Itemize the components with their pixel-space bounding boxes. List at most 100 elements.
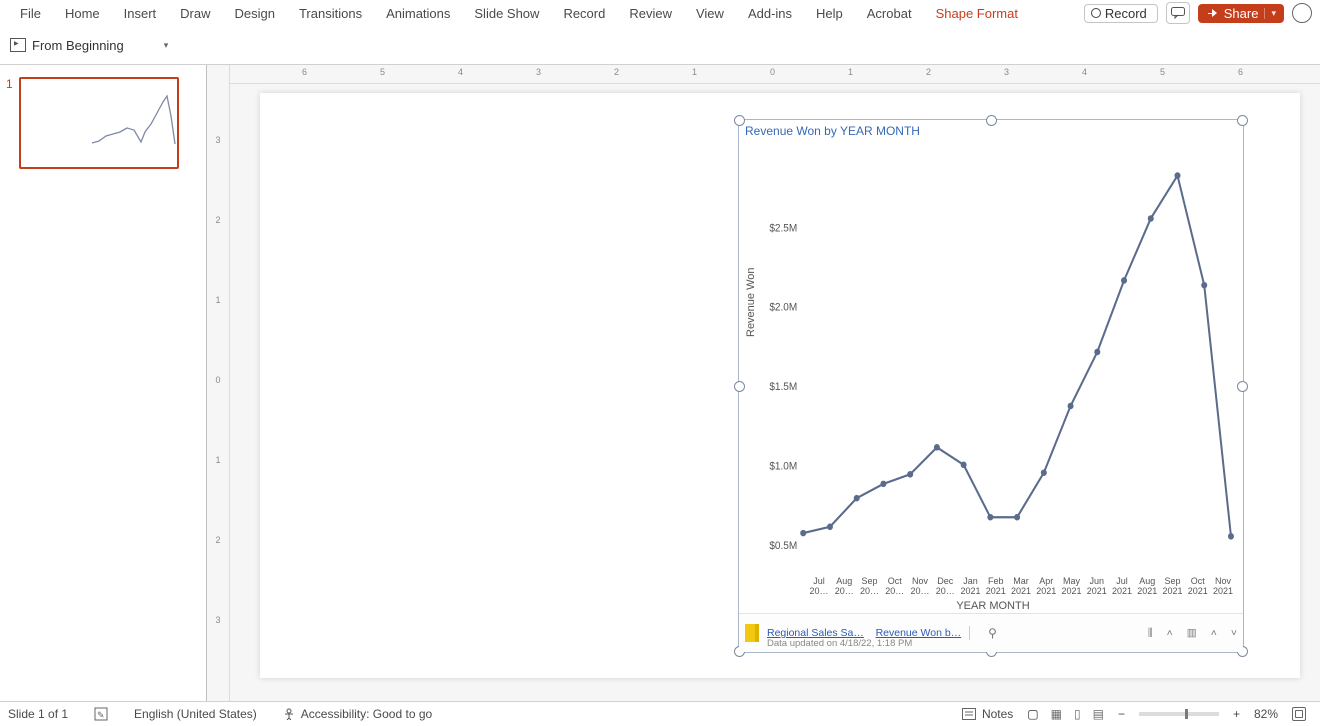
editor-canvas[interactable]: 6 5 4 3 2 1 0 1 2 3 4 5 6 xyxy=(230,65,1320,701)
slide-thumbnail-pane[interactable]: 1 xyxy=(0,65,207,701)
vruler-tick: 2 xyxy=(209,535,227,545)
zoom-percent[interactable]: 82% xyxy=(1254,707,1278,721)
menu-design[interactable]: Design xyxy=(223,4,287,23)
menu-slideshow[interactable]: Slide Show xyxy=(462,4,551,23)
hruler-tick: 1 xyxy=(848,67,853,77)
comments-button[interactable] xyxy=(1166,2,1190,24)
vertical-ruler: 3 2 1 0 1 2 3 xyxy=(207,65,230,701)
menu-shape-format[interactable]: Shape Format xyxy=(924,4,1030,23)
status-bar: Slide 1 of 1 ✎ English (United States) A… xyxy=(0,701,1320,726)
vruler-tick: 1 xyxy=(209,455,227,465)
footer-divider xyxy=(969,626,970,640)
vruler-tick: 2 xyxy=(209,215,227,225)
hruler-tick: 3 xyxy=(1004,67,1009,77)
language-indicator[interactable]: English (United States) xyxy=(134,707,257,721)
spell-check-icon[interactable]: ✎ xyxy=(94,707,108,721)
from-beginning-icon xyxy=(10,38,26,52)
pin-icon[interactable]: ⚲ xyxy=(988,626,997,640)
zoom-slider[interactable] xyxy=(1139,712,1219,716)
powerbi-chart-footer: Regional Sales Sa… Revenue Won b… ⚲ Data… xyxy=(739,613,1243,652)
horizontal-ruler: 6 5 4 3 2 1 0 1 2 3 4 5 6 xyxy=(230,65,1320,84)
menu-draw[interactable]: Draw xyxy=(168,4,222,23)
vruler-tick: 1 xyxy=(209,295,227,305)
menu-insert[interactable]: Insert xyxy=(112,4,169,23)
hruler-tick: 4 xyxy=(1082,67,1087,77)
from-beginning-label: From Beginning xyxy=(32,38,124,53)
menu-file[interactable]: File xyxy=(8,4,53,23)
hruler-tick: 2 xyxy=(926,67,931,77)
selection-handle[interactable] xyxy=(986,115,997,126)
zoom-out-button[interactable]: − xyxy=(1118,707,1125,721)
notes-icon xyxy=(962,708,976,720)
notes-button[interactable]: Notes xyxy=(962,707,1013,721)
hruler-tick: 3 xyxy=(536,67,541,77)
hruler-tick: 5 xyxy=(380,67,385,77)
menu-review[interactable]: Review xyxy=(617,4,684,23)
share-caret-icon[interactable]: ▾ xyxy=(1264,8,1276,19)
chart-y-axis-label: Revenue Won xyxy=(745,267,757,337)
hruler-tick: 5 xyxy=(1160,67,1165,77)
record-button[interactable]: Record xyxy=(1084,4,1158,23)
hruler-tick: 4 xyxy=(458,67,463,77)
chart-x-axis-label: YEAR MONTH xyxy=(747,600,1239,612)
powerbi-chart-object[interactable]: Revenue Won by YEAR MONTH Revenue Won $0… xyxy=(738,119,1244,653)
chart-x-ticks: Jul20…Aug20…Sep20…Oct20…Nov20…Dec20…Jan2… xyxy=(807,577,1235,596)
workspace: 1 3 2 1 0 1 2 3 6 5 4 3 2 1 0 1 2 3 xyxy=(0,65,1320,701)
comment-icon xyxy=(1171,7,1185,19)
title-bar-controls: Record Share ▾ xyxy=(1084,2,1320,24)
status-bar-right: Notes ▢ ▦ ▯ ▤ − + 82% xyxy=(962,707,1312,721)
slide-thumbnail-row: 1 xyxy=(0,77,206,169)
vruler-tick: 3 xyxy=(209,615,227,625)
slide-stage: Revenue Won by YEAR MONTH Revenue Won $0… xyxy=(260,93,1314,693)
zoom-in-button[interactable]: + xyxy=(1233,707,1240,721)
share-icon xyxy=(1206,7,1218,19)
svg-text:$0.5M: $0.5M xyxy=(769,541,797,552)
svg-text:$1.5M: $1.5M xyxy=(769,382,797,393)
reading-view-button[interactable]: ▯ xyxy=(1074,707,1081,721)
slide-thumbnail-1[interactable] xyxy=(19,77,179,169)
view-buttons: ▢ ▦ ▯ ▤ xyxy=(1027,707,1104,721)
slide-counter[interactable]: Slide 1 of 1 xyxy=(8,707,68,721)
sorter-view-button[interactable]: ▦ xyxy=(1051,707,1062,721)
account-icon[interactable] xyxy=(1292,3,1312,23)
menu-help[interactable]: Help xyxy=(804,4,855,23)
chart-title: Revenue Won by YEAR MONTH xyxy=(745,124,920,138)
selection-handle[interactable] xyxy=(734,381,745,392)
hruler-tick: 6 xyxy=(1238,67,1243,77)
slideshow-view-button[interactable]: ▤ xyxy=(1093,707,1104,721)
slide-thumbnail-number: 1 xyxy=(6,77,13,169)
notes-label: Notes xyxy=(982,707,1013,721)
fit-to-window-button[interactable] xyxy=(1292,707,1306,721)
slide-1[interactable]: Revenue Won by YEAR MONTH Revenue Won $0… xyxy=(260,93,1300,678)
menu-home[interactable]: Home xyxy=(53,4,112,23)
menu-view[interactable]: View xyxy=(684,4,736,23)
record-dot-icon xyxy=(1091,8,1101,18)
menu-addins[interactable]: Add-ins xyxy=(736,4,804,23)
selection-handle[interactable] xyxy=(734,115,745,126)
normal-view-button[interactable]: ▢ xyxy=(1027,707,1038,721)
menu-bar: File Home Insert Draw Design Transitions… xyxy=(0,0,1320,26)
filter-caret[interactable]: ˄ xyxy=(1167,627,1173,639)
qat-more-icon[interactable]: ▾ xyxy=(164,40,169,51)
quick-access-toolbar: From Beginning ▾ xyxy=(0,26,1320,65)
hruler-tick: 0 xyxy=(770,67,775,77)
menu-acrobat[interactable]: Acrobat xyxy=(855,4,924,23)
svg-text:$2.5M: $2.5M xyxy=(769,223,797,234)
chart-footer-controls: ⫼ ˄ ▥ ˄ ˅ xyxy=(1148,627,1237,640)
layout-icon[interactable]: ▥ xyxy=(1187,627,1197,639)
share-button[interactable]: Share ▾ xyxy=(1198,4,1284,23)
accessibility-status[interactable]: Accessibility: Good to go xyxy=(283,707,432,721)
layout-caret[interactable]: ˄ xyxy=(1211,627,1217,639)
menu-transitions[interactable]: Transitions xyxy=(287,4,374,23)
filter-icon[interactable]: ⫼ xyxy=(1148,627,1153,640)
powerbi-logo-icon xyxy=(745,624,759,642)
vruler-tick: 0 xyxy=(209,375,227,385)
menu-record[interactable]: Record xyxy=(551,4,617,23)
more-caret[interactable]: ˅ xyxy=(1231,627,1237,639)
line-chart-svg: $0.5M$1.0M$1.5M$2.0M$2.5M xyxy=(747,142,1239,612)
vruler-tick: 3 xyxy=(209,135,227,145)
from-beginning-button[interactable]: From Beginning xyxy=(10,38,124,53)
menu-animations[interactable]: Animations xyxy=(374,4,462,23)
svg-text:$1.0M: $1.0M xyxy=(769,461,797,472)
selection-handle[interactable] xyxy=(1237,115,1248,126)
